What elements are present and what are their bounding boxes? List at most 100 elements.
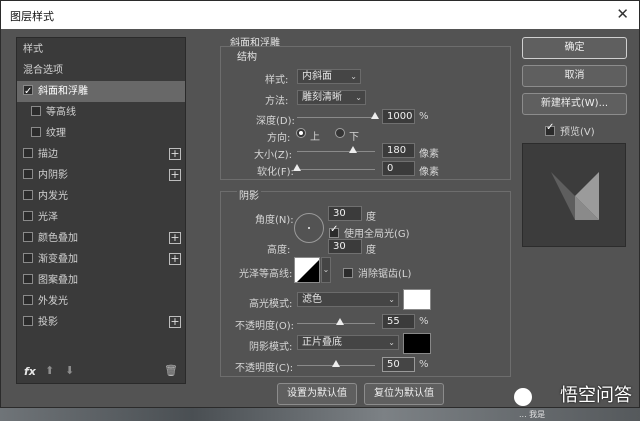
preview-checkbox[interactable] bbox=[545, 122, 555, 136]
angle-dial[interactable] bbox=[294, 213, 324, 243]
make-default-button[interactable]: 设置为默认值 bbox=[277, 383, 357, 405]
highlight-opacity-unit: % bbox=[419, 316, 429, 327]
soften-input[interactable]: 0 bbox=[382, 161, 415, 176]
highlight-mode-label: 高光模式: bbox=[249, 299, 293, 310]
global-light-row: 使用全局光(G) bbox=[329, 224, 410, 240]
contour-dropdown[interactable]: ⌄ bbox=[321, 257, 331, 283]
styles-list: 样式 混合选项 斜面和浮雕等高线纹理描边 + 内阴影 + 内发光光泽颜色叠加 + 渐变叠加 +… bbox=[16, 37, 186, 384]
watermark-text: 悟空问答 bbox=[560, 385, 632, 406]
new-style-button[interactable]: 新建样式(W)... bbox=[522, 93, 627, 115]
add-effect-icon[interactable]: + bbox=[169, 316, 181, 328]
effect-checkbox[interactable] bbox=[23, 253, 33, 263]
direction-up-radio[interactable] bbox=[296, 128, 306, 138]
add-effect-icon[interactable]: + bbox=[169, 232, 181, 244]
dialog-title: 图层样式 bbox=[10, 10, 54, 23]
effect-item[interactable]: 斜面和浮雕 bbox=[17, 81, 185, 102]
fx-icon[interactable]: fx bbox=[24, 365, 36, 378]
preview-label: 预览(V) bbox=[560, 127, 595, 138]
style-select-value: 内斜面 bbox=[302, 71, 332, 82]
trash-icon[interactable]: 🗑 bbox=[164, 364, 178, 377]
move-down-icon[interactable]: ⬇ bbox=[65, 364, 74, 377]
effect-item[interactable]: 描边 + bbox=[17, 144, 185, 165]
size-label: 大小(Z): bbox=[254, 150, 293, 161]
close-icon[interactable]: ✕ bbox=[616, 5, 629, 23]
shadow-opacity-knob[interactable] bbox=[332, 360, 340, 367]
technique-label: 方法: bbox=[265, 96, 289, 107]
soften-slider-knob[interactable] bbox=[293, 164, 301, 171]
highlight-mode-select[interactable]: 滤色 ⌄ bbox=[297, 292, 399, 307]
direction-up-label: 上 bbox=[310, 132, 320, 143]
style-select[interactable]: 内斜面 ⌄ bbox=[297, 69, 361, 84]
move-up-icon[interactable]: ⬆ bbox=[45, 364, 54, 377]
size-input[interactable]: 180 bbox=[382, 143, 415, 158]
effect-item[interactable]: 光泽 bbox=[17, 207, 185, 228]
depth-label: 深度(D): bbox=[256, 116, 295, 127]
altitude-input[interactable]: 30 bbox=[328, 239, 362, 254]
technique-select[interactable]: 雕刻清晰 ⌄ bbox=[297, 90, 366, 105]
highlight-opacity-knob[interactable] bbox=[335, 318, 344, 325]
add-effect-icon[interactable]: + bbox=[169, 148, 181, 160]
highlight-opacity-label: 不透明度(O): bbox=[235, 321, 295, 332]
effect-item[interactable]: 投影 + bbox=[17, 312, 185, 333]
direction-down-label: 下 bbox=[349, 132, 359, 143]
direction-down-radio[interactable] bbox=[335, 128, 345, 138]
gloss-contour-preview[interactable] bbox=[294, 257, 320, 283]
depth-slider-knob[interactable] bbox=[371, 112, 379, 119]
ok-button[interactable]: 确定 bbox=[522, 37, 627, 59]
highlight-color-swatch[interactable] bbox=[403, 289, 431, 310]
effect-item[interactable]: 图案叠加 bbox=[17, 270, 185, 291]
highlight-opacity-input[interactable]: 55 bbox=[382, 314, 415, 329]
effect-checkbox[interactable] bbox=[23, 274, 33, 284]
effect-checkbox[interactable] bbox=[23, 81, 33, 102]
effect-checkbox[interactable] bbox=[31, 127, 41, 137]
shadow-opacity-input[interactable]: 50 bbox=[382, 357, 415, 372]
effect-label: 内阴影 bbox=[38, 170, 68, 181]
cancel-button[interactable]: 取消 bbox=[522, 65, 627, 87]
effect-item[interactable]: 纹理 bbox=[17, 123, 185, 144]
anti-alias-row: 消除锯齿(L) bbox=[343, 265, 411, 280]
effect-checkbox[interactable] bbox=[23, 211, 33, 221]
depth-unit: % bbox=[419, 111, 429, 122]
size-slider[interactable] bbox=[297, 151, 375, 152]
effect-item[interactable]: 内阴影 + bbox=[17, 165, 185, 186]
depth-slider[interactable] bbox=[297, 117, 375, 118]
effect-label: 投影 bbox=[38, 317, 58, 328]
effect-checkbox[interactable] bbox=[23, 169, 33, 179]
effect-item[interactable]: 外发光 bbox=[17, 291, 185, 312]
effect-item[interactable]: 等高线 bbox=[17, 102, 185, 123]
effect-label: 内发光 bbox=[38, 191, 68, 202]
angle-unit: 度 bbox=[366, 212, 376, 223]
title-bar: 图层样式 ✕ bbox=[1, 1, 639, 29]
size-slider-knob[interactable] bbox=[349, 146, 358, 153]
effect-item[interactable]: 渐变叠加 + bbox=[17, 249, 185, 270]
effect-checkbox[interactable] bbox=[23, 148, 33, 158]
global-light-checkbox[interactable] bbox=[329, 224, 339, 238]
reset-default-button[interactable]: 复位为默认值 bbox=[364, 383, 444, 405]
soften-slider[interactable] bbox=[297, 169, 375, 170]
blending-options[interactable]: 混合选项 bbox=[17, 60, 185, 81]
effect-checkbox[interactable] bbox=[23, 232, 33, 242]
effect-label: 外发光 bbox=[38, 296, 68, 307]
effect-checkbox[interactable] bbox=[23, 295, 33, 305]
chevron-down-icon: ⌄ bbox=[322, 265, 330, 274]
altitude-unit: 度 bbox=[366, 245, 376, 256]
effect-item[interactable]: 颜色叠加 + bbox=[17, 228, 185, 249]
shadow-color-swatch[interactable] bbox=[403, 333, 431, 354]
depth-input[interactable]: 1000 bbox=[382, 109, 415, 124]
effect-label: 光泽 bbox=[38, 212, 58, 223]
angle-input[interactable]: 30 bbox=[328, 206, 362, 221]
preview-row: 预览(V) bbox=[545, 122, 595, 138]
styles-header[interactable]: 样式 bbox=[17, 39, 185, 60]
style-preview bbox=[522, 143, 626, 247]
anti-alias-checkbox[interactable] bbox=[343, 268, 353, 278]
add-effect-icon[interactable]: + bbox=[169, 253, 181, 265]
effect-item[interactable]: 内发光 bbox=[17, 186, 185, 207]
shadow-mode-select[interactable]: 正片叠底 ⌄ bbox=[297, 335, 399, 350]
effect-label: 斜面和浮雕 bbox=[38, 86, 88, 97]
add-effect-icon[interactable]: + bbox=[169, 169, 181, 181]
structure-title: 结构 bbox=[237, 52, 257, 63]
effect-checkbox[interactable] bbox=[23, 316, 33, 326]
effect-checkbox[interactable] bbox=[31, 106, 41, 116]
effect-checkbox[interactable] bbox=[23, 190, 33, 200]
chevron-down-icon: ⌄ bbox=[355, 93, 362, 102]
